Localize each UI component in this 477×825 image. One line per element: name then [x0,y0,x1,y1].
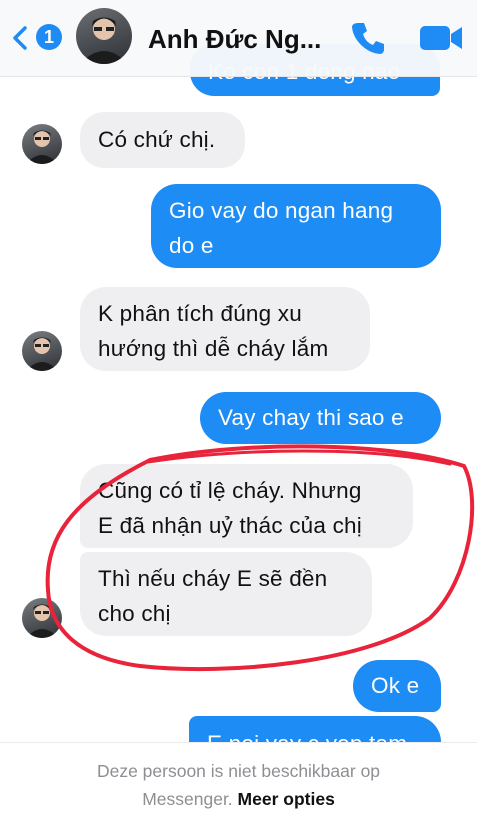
contact-avatar[interactable] [22,598,62,638]
unavailable-notice: Deze persoon is niet beschikbaar op Mess… [0,742,477,825]
notice-text-line2: Messenger. Meer opties [0,786,477,812]
message-text: cho chị [98,601,171,626]
message-bubble-incoming[interactable]: Thì nếu cháy E sẽ đền cho chị [80,552,372,636]
chevron-left-icon [13,26,27,50]
message-text: Gio vay do ngan hang [169,198,394,223]
message-text: K phân tích đúng xu [98,301,302,326]
message-bubble-outgoing[interactable]: Ok e [353,660,441,712]
voice-call-button[interactable] [350,20,386,56]
message-text: Cũng có tỉ lệ cháy. Nhưng [98,478,362,503]
message-text: Có chứ chị. [98,127,216,152]
message-bubble-incoming[interactable]: Cũng có tỉ lệ cháy. Nhưng E đã nhận uỷ t… [80,464,413,548]
contact-avatar[interactable] [22,331,62,371]
video-call-button[interactable] [418,22,464,54]
contact-name[interactable]: Anh Đức Ng... [148,22,338,56]
contact-avatar[interactable] [22,124,62,164]
unread-count-badge: 1 [36,24,62,50]
phone-icon [352,23,384,54]
message-bubble-incoming[interactable]: Có chứ chị. [80,112,245,168]
contact-avatar[interactable] [76,8,132,64]
conversation-header: 1 Anh Đức Ng... [0,0,477,77]
notice-text: Messenger. [142,789,233,809]
message-text: Vay chay thi sao e [218,405,404,430]
message-text: Thì nếu cháy E sẽ đền [98,566,328,591]
message-bubble-outgoing[interactable]: Vay chay thi sao e [200,392,441,444]
message-text: Ok e [371,673,420,698]
message-bubble-incoming[interactable]: K phân tích đúng xu hướng thì dễ cháy lắ… [80,287,370,371]
message-text: E đã nhận uỷ thác của chị [98,513,362,538]
notice-text: Deze persoon is niet beschikbaar op [96,761,381,781]
message-text: hướng thì dễ cháy lắm [98,336,329,361]
more-options-link[interactable]: Meer opties [238,789,335,809]
message-bubble-outgoing[interactable]: Gio vay do ngan hang do e [151,184,441,268]
message-text: do e [169,233,214,258]
chat-screen: Ko con 1 dong nao Có chứ chị. Gio vay do… [0,0,477,825]
back-button[interactable]: 1 [10,21,62,55]
video-camera-icon [420,26,462,50]
